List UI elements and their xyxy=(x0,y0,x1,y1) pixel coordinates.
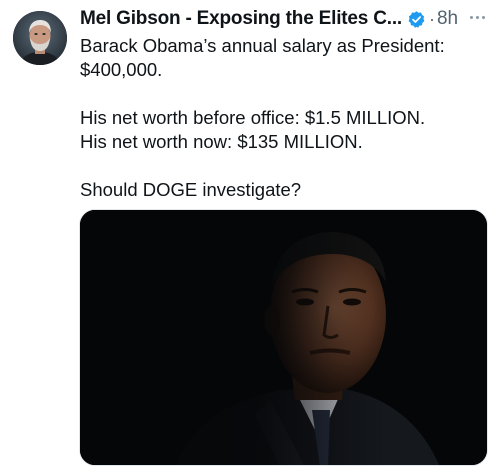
avatar[interactable] xyxy=(13,11,67,65)
author-name[interactable]: Mel Gibson - Exposing the Elites C... xyxy=(80,8,402,30)
tweet-line: $400,000. xyxy=(80,59,163,80)
tweet-text: Barack Obama’s annual salary as Presiden… xyxy=(80,34,492,202)
timestamp[interactable]: 8h xyxy=(437,8,458,30)
tweet-line: His net worth now: $135 MILLION. xyxy=(80,131,363,152)
portrait-photo xyxy=(80,210,487,465)
tweet-header: Mel Gibson - Exposing the Elites C... · … xyxy=(80,6,490,32)
tweet-line: His net worth before office: $1.5 MILLIO… xyxy=(80,107,426,128)
tweet: Mel Gibson - Exposing the Elites C... · … xyxy=(0,0,500,473)
tweet-media-photo[interactable] xyxy=(79,209,488,466)
separator-dot: · xyxy=(428,8,435,29)
verified-badge-icon xyxy=(407,10,426,29)
tweet-line: Should DOGE investigate? xyxy=(80,179,302,200)
more-options-icon[interactable] xyxy=(461,6,493,28)
avatar-photo xyxy=(13,11,67,65)
tweet-line: Barack Obama’s annual salary as Presiden… xyxy=(80,35,445,56)
